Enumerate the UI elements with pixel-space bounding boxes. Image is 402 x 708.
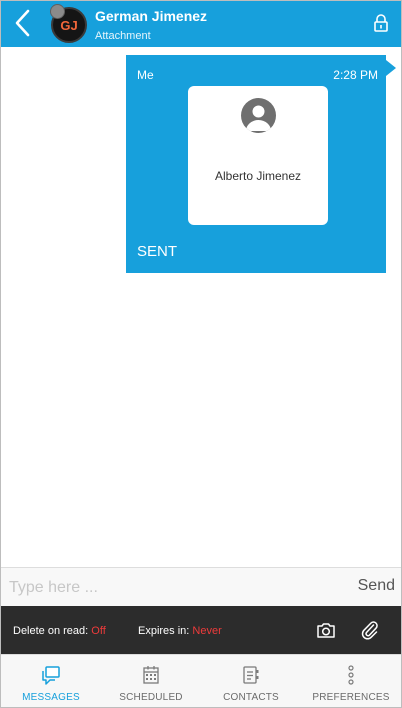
expires-in-value: Never: [192, 625, 222, 637]
attachment-contact-name: Alberto Jimenez: [214, 169, 302, 183]
avatar-initials: GJ: [60, 17, 78, 33]
message-bubble[interactable]: Me 2:28 PM Alberto Jimenez SENT: [126, 55, 386, 273]
calendar-icon: [143, 666, 159, 684]
tab-scheduled[interactable]: SCHEDULED: [101, 655, 201, 707]
conversation-header: GJ German Jimenez Attachment: [1, 1, 401, 47]
avatar-status-badge: [50, 4, 65, 19]
message-status: SENT: [137, 243, 178, 260]
message-thread[interactable]: Me 2:28 PM Alberto Jimenez SENT: [1, 47, 401, 567]
contact-attachment-card[interactable]: Alberto Jimenez: [188, 86, 328, 225]
camera-icon: [317, 622, 335, 638]
bottom-tab-bar: MESSAGES SCHEDULED CONTACTS PREFERENCES: [1, 654, 401, 707]
message-time: 2:28 PM: [333, 68, 378, 82]
lock-button[interactable]: [371, 11, 391, 35]
back-chevron-icon: [15, 9, 30, 37]
camera-button[interactable]: [315, 619, 337, 641]
app-frame: GJ German Jimenez Attachment Me 2:28 PM: [0, 0, 402, 708]
header-subtitle: Attachment: [95, 30, 151, 42]
contacts-icon: [243, 666, 259, 684]
messages-icon: [42, 666, 60, 685]
tab-messages[interactable]: MESSAGES: [1, 655, 101, 707]
lock-icon: [374, 14, 388, 32]
delete-on-read-label: Delete on read:: [13, 625, 89, 637]
message-sender: Me: [137, 68, 154, 82]
message-input[interactable]: [7, 573, 341, 603]
back-button[interactable]: [7, 7, 37, 39]
tab-scheduled-label: SCHEDULED: [119, 692, 183, 703]
tab-messages-label: MESSAGES: [22, 692, 80, 703]
delete-on-read-value: Off: [91, 625, 106, 637]
contact-name-title: German Jimenez: [95, 8, 208, 24]
tab-preferences[interactable]: PREFERENCES: [301, 655, 401, 707]
expires-in-label: Expires in:: [138, 625, 190, 637]
expires-in-selector[interactable]: Expires in: Never: [138, 625, 222, 637]
attach-button[interactable]: [359, 619, 381, 641]
tab-preferences-label: PREFERENCES: [312, 692, 390, 703]
bubble-tail: [386, 60, 396, 76]
delete-on-read-toggle[interactable]: Delete on read: Off: [13, 625, 106, 637]
tab-contacts[interactable]: CONTACTS: [201, 655, 301, 707]
send-button[interactable]: Send: [358, 577, 395, 595]
more-vertical-icon: [348, 665, 354, 685]
message-options-bar: Delete on read: Off Expires in: Never: [1, 606, 401, 654]
tab-contacts-label: CONTACTS: [223, 692, 279, 703]
paperclip-icon: [361, 621, 378, 640]
message-composer: Send: [1, 567, 401, 606]
person-avatar-icon: [241, 98, 276, 133]
